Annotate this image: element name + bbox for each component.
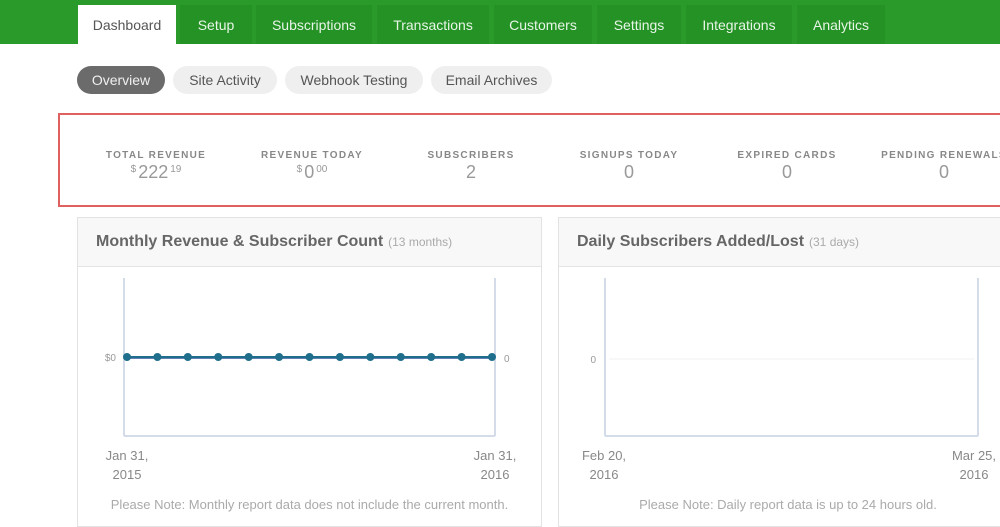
subtab-site-activity[interactable]: Site Activity [173, 66, 277, 94]
x-tick-line2: 2016 [959, 467, 989, 482]
panel-title: Daily Subscribers Added/Lost [577, 233, 805, 250]
stat-label: REVENUE TODAY [261, 150, 363, 161]
stat-amount: 0 [304, 162, 315, 182]
tab-customers[interactable]: Customers [494, 5, 592, 44]
x-tick-line1: Jan 31, [105, 448, 149, 463]
x-tick-line2: 2015 [112, 467, 142, 482]
stat-label: EXPIRED CARDS [737, 150, 837, 161]
tab-dashboard[interactable]: Dashboard [78, 5, 176, 44]
revenue-point [396, 353, 405, 361]
monthly-note: Please Note: Monthly report data does no… [110, 497, 509, 512]
x-tick-line2: 2016 [480, 467, 510, 482]
stat-signups-today: SIGNUPS TODAY 0 [549, 150, 709, 183]
stat-label: SUBSCRIBERS [427, 150, 515, 161]
tab-analytics[interactable]: Analytics [797, 5, 885, 44]
subtab-email-archives[interactable]: Email Archives [431, 66, 552, 94]
top-navigation: Dashboard Setup Subscriptions Transactio… [0, 0, 1000, 44]
stat-cents: 19 [170, 164, 182, 175]
y-tick-left: $0 [105, 353, 117, 364]
tab-transactions[interactable]: Transactions [377, 5, 489, 44]
revenue-point [305, 353, 314, 361]
panel-title: Monthly Revenue & Subscriber Count [96, 233, 384, 250]
revenue-point [214, 353, 223, 361]
stat-cents: 00 [316, 164, 328, 175]
monthly-chart: $0 0 [105, 278, 510, 437]
stat-label: SIGNUPS TODAY [579, 150, 679, 161]
tab-setup[interactable]: Setup [180, 5, 252, 44]
revenue-point [275, 353, 284, 361]
stat-revenue-today: REVENUE TODAY $0 00 [232, 150, 392, 183]
x-tick-line1: Feb 20, [581, 448, 627, 463]
currency-symbol: $ [130, 164, 137, 175]
revenue-point [366, 353, 375, 361]
stat-value: $0 00 [232, 162, 392, 183]
panel-header: Daily Subscribers Added/Lost (31 days) [559, 218, 1000, 267]
x-tick-line2: 2016 [589, 467, 619, 482]
tab-subscriptions[interactable]: Subscriptions [256, 5, 372, 44]
panel-subtitle: (31 days) [809, 235, 860, 249]
stat-label: PENDING RENEWALS [881, 150, 1000, 161]
stat-value: $222 19 [76, 162, 236, 183]
panel-header: Monthly Revenue & Subscriber Count (13 m… [78, 218, 541, 267]
stat-subscribers: SUBSCRIBERS 2 [391, 150, 551, 183]
daily-chart: 0 [590, 278, 979, 437]
x-tick-start: Jan 31, 2015 [92, 446, 162, 484]
tab-settings[interactable]: Settings [597, 5, 681, 44]
revenue-point [457, 353, 466, 361]
y-tick-right: 0 [504, 354, 510, 365]
currency-symbol: $ [296, 164, 303, 175]
stat-value: 2 [465, 162, 476, 182]
stats-summary: TOTAL REVENUE $222 19 REVENUE TODAY $0 00 … [58, 113, 1000, 207]
revenue-point [427, 353, 436, 361]
subtab-webhook-testing[interactable]: Webhook Testing [285, 66, 423, 94]
daily-note: Please Note: Daily report data is up to … [639, 497, 937, 512]
x-tick-start: Feb 20, 2016 [569, 446, 639, 484]
subtab-overview[interactable]: Overview [77, 66, 165, 94]
x-tick-line1: Jan 31, [473, 448, 517, 463]
stat-pending-renewals: PENDING RENEWALS 0 [864, 150, 1000, 183]
x-tick-line1: Mar 25, [951, 448, 997, 463]
tab-integrations[interactable]: Integrations [686, 5, 792, 44]
stat-total-revenue: TOTAL REVENUE $222 19 [76, 150, 236, 183]
monthly-revenue-panel: Monthly Revenue & Subscriber Count (13 m… [77, 217, 542, 527]
y-tick-left: 0 [590, 355, 596, 366]
revenue-point [153, 353, 162, 361]
daily-subscribers-panel: Daily Subscribers Added/Lost (31 days) 0… [558, 217, 1000, 527]
stat-expired-cards: EXPIRED CARDS 0 [707, 150, 867, 183]
revenue-point [244, 353, 253, 361]
revenue-point [183, 353, 192, 361]
revenue-point [488, 353, 496, 361]
revenue-point [123, 353, 131, 361]
stat-value: 0 [938, 162, 949, 182]
x-tick-end: Jan 31, 2016 [460, 446, 530, 484]
stat-value: 0 [781, 162, 792, 182]
stat-value: 0 [623, 162, 634, 182]
panel-subtitle: (13 months) [388, 235, 453, 249]
stat-label: TOTAL REVENUE [105, 150, 207, 161]
stat-amount: 222 [138, 162, 169, 182]
x-tick-end: Mar 25, 2016 [939, 446, 1000, 484]
revenue-point [335, 353, 344, 361]
